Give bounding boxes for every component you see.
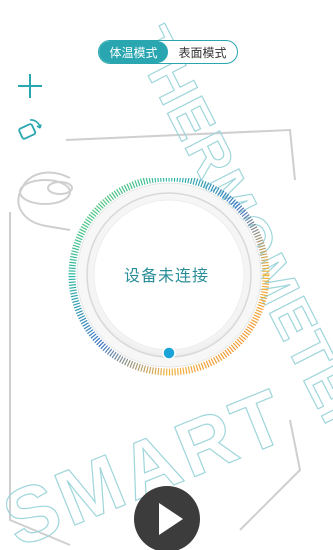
tab-body-temperature-mode[interactable]: 体温模式 (99, 41, 168, 63)
vibrate-icon (237, 5, 248, 16)
mode-toggle: 体温模式 表面模式 (98, 40, 238, 64)
rotate-phone-icon[interactable] (16, 116, 44, 144)
signal-icon (41, 5, 53, 15)
dial-indicator-dot (162, 346, 176, 360)
app-screen: THERMOMETER SMART HD 4G 7 (0, 0, 333, 550)
carrier-label: HD (10, 5, 24, 15)
tab-surface-mode[interactable]: 表面模式 (168, 41, 237, 63)
play-button[interactable] (134, 486, 200, 550)
battery-percent: 72% (252, 5, 275, 16)
clock-time: 4:44 (300, 5, 323, 16)
plus-icon[interactable] (16, 72, 44, 100)
play-icon (159, 503, 183, 535)
device-status-text: 设备未连接 (123, 266, 209, 285)
wifi-icon (57, 6, 69, 15)
battery-icon (278, 5, 297, 16)
network-type-label: 4G (27, 6, 38, 14)
status-bar: HD 4G 72% 4:44 (0, 0, 333, 22)
